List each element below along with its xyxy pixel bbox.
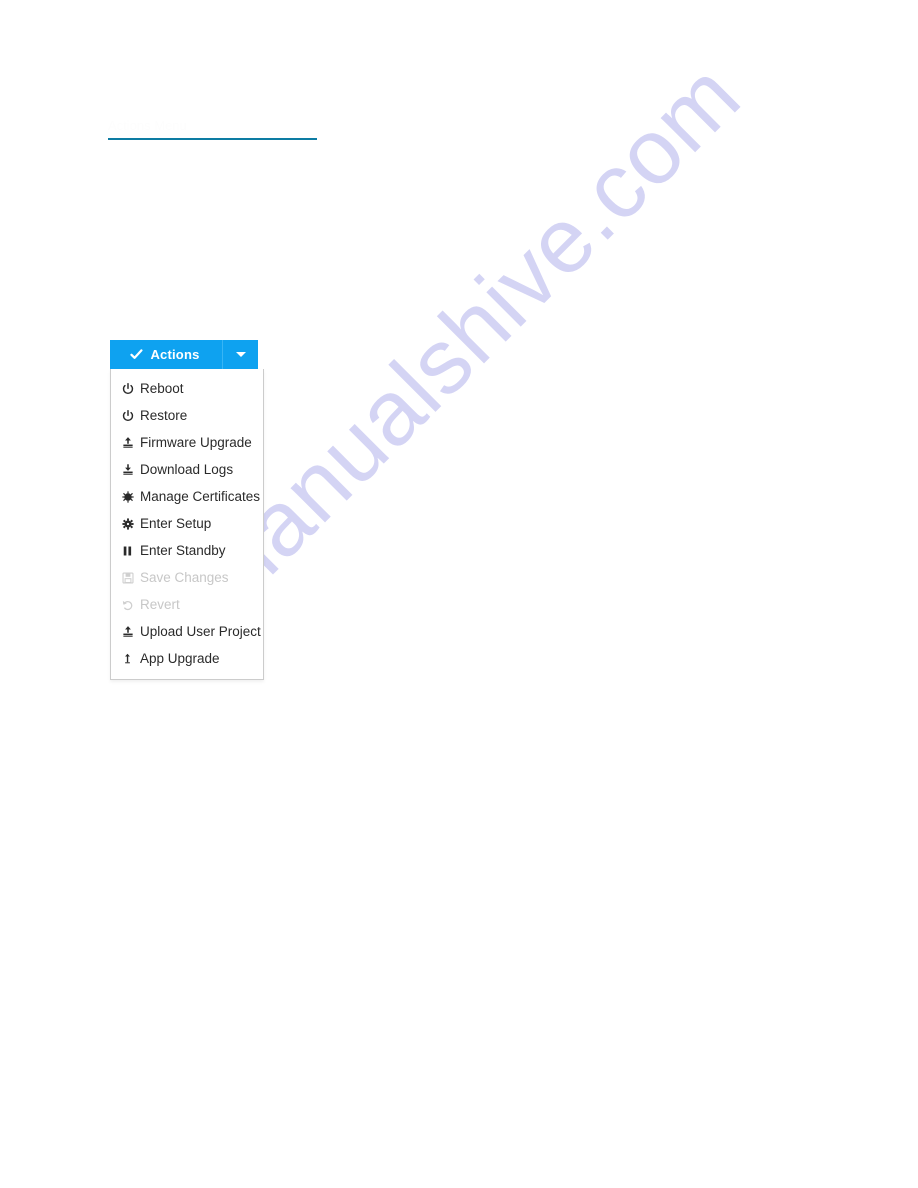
menu-item-label: Reboot bbox=[140, 380, 184, 396]
floppy-disk-icon bbox=[121, 571, 134, 585]
menu-item-label: Revert bbox=[140, 596, 180, 612]
menu-item-firmware-upgrade[interactable]: Firmware Upgrade bbox=[111, 429, 263, 456]
undo-icon bbox=[121, 598, 134, 612]
arrow-up-icon bbox=[121, 652, 134, 666]
gear-icon bbox=[121, 517, 134, 531]
actions-menu: Reboot Restore Firmware Upgrade Download… bbox=[110, 369, 264, 680]
menu-item-restore[interactable]: Restore bbox=[111, 402, 263, 429]
download-icon bbox=[121, 463, 134, 477]
menu-item-save-changes: Save Changes bbox=[111, 564, 263, 591]
certificate-icon bbox=[121, 490, 134, 504]
pause-icon bbox=[121, 544, 134, 558]
menu-item-label: App Upgrade bbox=[140, 650, 220, 666]
actions-button-label: Actions bbox=[150, 347, 200, 362]
split-button-group: Actions bbox=[110, 340, 258, 369]
menu-item-upload-user-project[interactable]: Upload User Project bbox=[111, 618, 263, 645]
chevron-down-icon bbox=[235, 352, 246, 357]
heading-block: Actions Menu bbox=[108, 118, 318, 140]
actions-caret-button[interactable] bbox=[222, 340, 258, 369]
menu-item-revert: Revert bbox=[111, 591, 263, 618]
heading-underline-rule bbox=[108, 138, 317, 140]
menu-item-label: Download Logs bbox=[140, 461, 234, 477]
menu-item-label: Enter Standby bbox=[140, 542, 226, 558]
menu-item-download-logs[interactable]: Download Logs bbox=[111, 456, 263, 483]
menu-item-enter-setup[interactable]: Enter Setup bbox=[111, 510, 263, 537]
menu-item-app-upgrade[interactable]: App Upgrade bbox=[111, 645, 263, 672]
actions-button[interactable]: Actions bbox=[110, 340, 222, 369]
menu-item-reboot[interactable]: Reboot bbox=[111, 375, 263, 402]
menu-item-label: Manage Certificates bbox=[140, 488, 261, 504]
upload-icon bbox=[121, 436, 134, 450]
actions-dropdown-widget: Actions Reboot Restore Firmware Upgrade … bbox=[110, 340, 264, 680]
menu-item-label: Firmware Upgrade bbox=[140, 434, 252, 450]
check-icon bbox=[130, 348, 143, 361]
menu-item-enter-standby[interactable]: Enter Standby bbox=[111, 537, 263, 564]
power-icon bbox=[121, 409, 134, 423]
menu-item-label: Enter Setup bbox=[140, 515, 212, 531]
upload-icon bbox=[121, 625, 134, 639]
menu-item-label: Restore bbox=[140, 407, 188, 423]
menu-item-manage-certificates[interactable]: Manage Certificates bbox=[111, 483, 263, 510]
heading-link[interactable]: Actions Menu bbox=[108, 118, 318, 134]
menu-item-label: Save Changes bbox=[140, 569, 229, 585]
power-icon bbox=[121, 382, 134, 396]
menu-item-label: Upload User Project bbox=[140, 623, 261, 639]
